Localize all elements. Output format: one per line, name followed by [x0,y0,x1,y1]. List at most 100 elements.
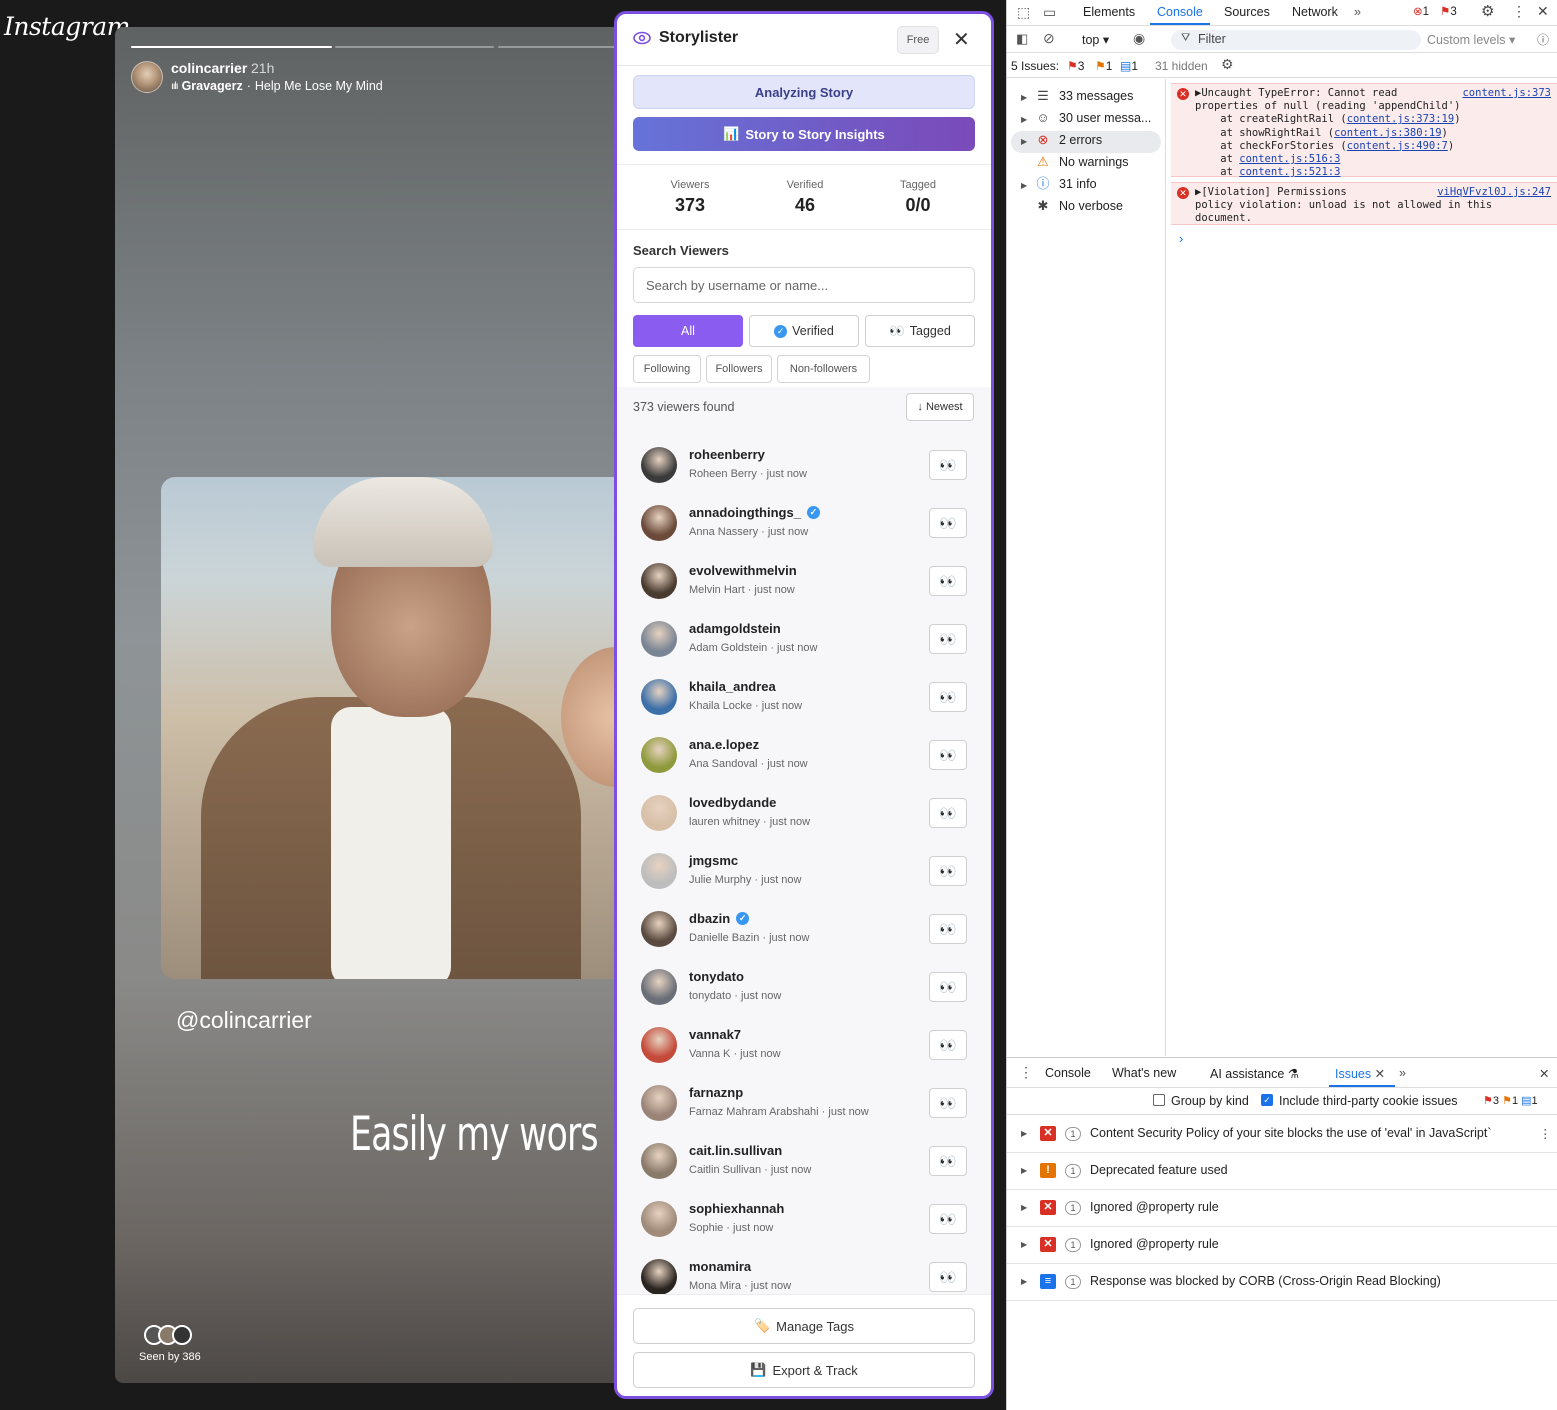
tag-viewer-button[interactable]: 👀 [929,1088,967,1118]
viewer-username[interactable]: jmgsmc [689,853,738,868]
viewer-avatar[interactable] [641,621,677,657]
tag-viewer-button[interactable]: 👀 [929,1204,967,1234]
viewer-avatar[interactable] [641,1201,677,1237]
search-input[interactable] [633,267,975,303]
viewer-username[interactable]: tonydato [689,969,744,984]
tag-viewer-button[interactable]: 👀 [929,624,967,654]
viewer-row[interactable]: cait.lin.sullivan Caitlin Sullivan · just… [633,1131,975,1189]
viewer-row[interactable]: sophiexhannah Sophie · just now 👀 [633,1189,975,1247]
issue-row[interactable]: ▶ ✕ 1 Ignored @property rule [1007,1227,1557,1264]
kebab-menu-icon[interactable]: ⋮ [1512,3,1526,20]
viewer-username[interactable]: cait.lin.sullivan [689,1143,782,1158]
console-error-typeerror[interactable]: ✕ content.js:373 ▶Uncaught TypeError: Cann… [1171,83,1557,178]
tag-viewer-button[interactable]: 👀 [929,798,967,828]
seen-by-label[interactable]: Seen by 386 [139,1351,201,1363]
filter-verified[interactable]: ✓ Verified [749,315,859,347]
viewer-username[interactable]: adamgoldstein [689,621,781,636]
viewer-avatar[interactable] [641,795,677,831]
viewer-avatar[interactable] [641,447,677,483]
sidebar-verbose[interactable]: No verbose [1059,199,1123,213]
sidebar-warnings[interactable]: No warnings [1059,155,1128,169]
sidebar-user-messages[interactable]: 30 user messa... [1059,111,1151,125]
expand-arrow-icon[interactable]: ▶ [1021,1166,1027,1175]
story-card[interactable]: colincarrier 21h ıılı Gravagerz · Help M… [115,27,625,1383]
filter-following[interactable]: Following [633,355,701,383]
tag-viewer-button[interactable]: 👀 [929,508,967,538]
viewer-row[interactable]: evolvewithmelvin Melvin Hart · just now 👀 [633,551,975,609]
live-expression-eye-icon[interactable]: ◉ [1133,30,1145,47]
expand-arrow-icon[interactable]: ▶ [1021,1240,1027,1249]
filter-input[interactable]: ⛛ Filter [1171,30,1421,50]
manage-tags-button[interactable]: 🏷️ Manage Tags [633,1308,975,1344]
more-tabs-icon[interactable]: » [1354,5,1361,19]
tag-viewer-button[interactable]: 👀 [929,450,967,480]
export-track-button[interactable]: 💾 Export & Track [633,1352,975,1388]
viewer-avatar[interactable] [641,1259,677,1295]
viewer-username[interactable]: farnaznp [689,1085,743,1100]
viewer-avatar[interactable] [641,969,677,1005]
tag-viewer-button[interactable]: 👀 [929,1262,967,1292]
context-select[interactable]: top ▾ [1082,32,1109,47]
drawer-tab-ai-assistance[interactable]: AI assistance ⚗ [1210,1066,1299,1081]
expand-arrow-icon[interactable]: ▶ [1021,1203,1027,1212]
viewer-username[interactable]: dbazin ✓ [689,911,750,926]
console-settings-icon[interactable]: ⚙ [1221,56,1234,73]
close-drawer-icon[interactable]: ✕ [1539,1066,1549,1081]
filter-non-followers[interactable]: Non-followers [777,355,870,383]
viewer-row[interactable]: adamgoldstein Adam Goldstein · just now 👀 [633,609,975,667]
tag-viewer-button[interactable]: 👀 [929,740,967,770]
viewer-avatar[interactable] [641,1085,677,1121]
sidebar-info[interactable]: 31 info [1059,177,1097,191]
issue-row[interactable]: ▶! 1 Deprecated feature used [1007,1153,1557,1190]
viewer-username[interactable]: lovedbydande [689,795,776,810]
tag-viewer-button[interactable]: 👀 [929,1146,967,1176]
expand-arrow-icon[interactable]: ▶ [1021,1277,1027,1286]
viewer-row[interactable]: ana.e.lopez Ana Sandoval · just now 👀 [633,725,975,783]
inspect-icon[interactable]: ⬚ [1017,4,1030,21]
viewer-username[interactable]: monamira [689,1259,751,1274]
viewer-row[interactable]: khaila_andrea Khaila Locke · just now 👀 [633,667,975,725]
viewer-row[interactable]: annadoingthings_ ✓ Anna Nassery · just now… [633,493,975,551]
group-by-kind-checkbox[interactable] [1153,1094,1165,1106]
info-icon[interactable]: ⓘ [1537,31,1549,48]
viewer-row[interactable]: lovedbydande lauren whitney · just now 👀 [633,783,975,841]
sidebar-errors[interactable]: 2 errors [1059,133,1102,147]
issue-row[interactable]: ▶ ✕ 1 Ignored @property rule [1007,1190,1557,1227]
viewer-row[interactable]: farnaznp Farnaz Mahram Arabshahi · just n… [633,1073,975,1131]
tag-viewer-button[interactable]: 👀 [929,682,967,712]
viewer-avatar[interactable] [641,911,677,947]
log-levels-select[interactable]: Custom levels ▾ [1427,32,1515,47]
story-mention[interactable]: @colincarrier [176,1007,312,1034]
sidebar-toggle-icon[interactable]: ◧ [1016,31,1028,47]
drawer-tab-issues[interactable]: Issues ✕ [1335,1066,1385,1081]
story-insights-button[interactable]: 📊 Story to Story Insights [633,117,975,151]
story-music[interactable]: ıılı Gravagerz · Help Me Lose My Mind [171,79,383,93]
drawer-tab-console[interactable]: Console [1045,1066,1091,1080]
viewer-avatar[interactable] [641,505,677,541]
tag-viewer-button[interactable]: 👀 [929,972,967,1002]
third-party-checkbox[interactable]: ✓ [1261,1094,1273,1106]
tab-network[interactable]: Network [1292,5,1338,19]
viewer-username[interactable]: roheenberry [689,447,765,462]
viewer-row[interactable]: vannak7 Vanna K · just now 👀 [633,1015,975,1073]
viewer-row[interactable]: jmgsmc Julie Murphy · just now 👀 [633,841,975,899]
seen-by-avatars[interactable] [144,1325,192,1345]
viewer-username[interactable]: annadoingthings_ ✓ [689,505,820,520]
viewer-username[interactable]: vannak7 [689,1027,741,1042]
viewer-avatar[interactable] [641,853,677,889]
viewer-avatar[interactable] [641,563,677,599]
settings-gear-icon[interactable]: ⚙ [1481,2,1494,20]
viewer-avatar[interactable] [641,1027,677,1063]
viewer-username[interactable]: sophiexhannah [689,1201,784,1216]
viewer-avatar[interactable] [641,679,677,715]
more-drawer-tabs-icon[interactable]: » [1399,1066,1406,1080]
tag-viewer-button[interactable]: 👀 [929,1030,967,1060]
story-avatar[interactable] [131,61,163,93]
viewer-username[interactable]: ana.e.lopez [689,737,759,752]
tag-viewer-button[interactable]: 👀 [929,566,967,596]
device-toggle-icon[interactable]: ▭ [1043,4,1056,21]
issue-row[interactable]: ▶ ≡ 1 Response was blocked by CORB (Cross-O… [1007,1264,1557,1301]
issue-counter[interactable]: ⚑3 [1440,4,1457,18]
tag-viewer-button[interactable]: 👀 [929,914,967,944]
close-icon[interactable]: ✕ [953,27,970,52]
